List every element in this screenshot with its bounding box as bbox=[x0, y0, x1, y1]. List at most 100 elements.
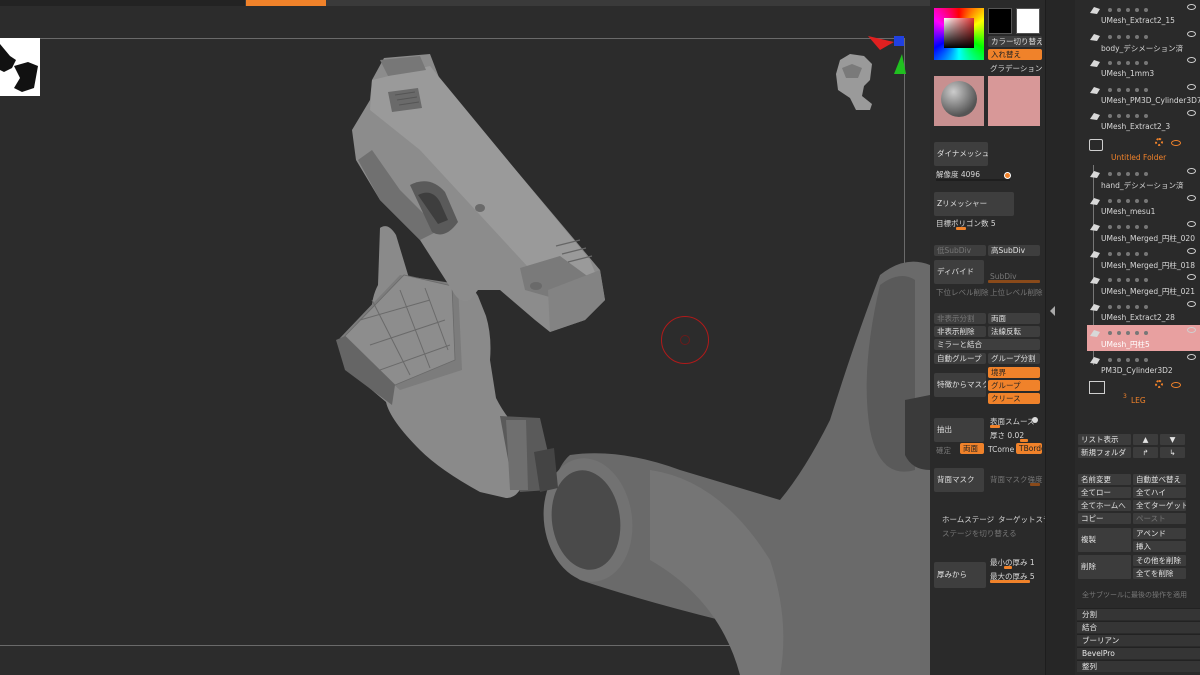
subtool-item[interactable]: UMesh_円柱5 bbox=[1087, 325, 1200, 351]
group-split-button[interactable]: グループ分割 bbox=[988, 353, 1040, 364]
texture-slot[interactable] bbox=[988, 76, 1040, 126]
subtool-controls[interactable] bbox=[1107, 329, 1167, 335]
delete-lower-button[interactable]: 下位レベル削除 bbox=[936, 287, 989, 298]
eye-icon[interactable] bbox=[1187, 83, 1196, 90]
eye-icon[interactable] bbox=[1171, 140, 1181, 146]
hide-split-button[interactable]: 非表示分割 bbox=[934, 313, 986, 324]
extract-button[interactable]: 抽出 bbox=[934, 418, 984, 442]
subtool-item[interactable]: body_デシメーション済 bbox=[1087, 29, 1200, 55]
all-to-home-button[interactable]: 全てホームへ bbox=[1078, 500, 1131, 511]
menu-split[interactable]: 分割 bbox=[1077, 608, 1200, 620]
pen-icon[interactable] bbox=[1089, 139, 1103, 151]
accept-button[interactable]: 確定 bbox=[936, 445, 951, 456]
subtool-controls[interactable] bbox=[1107, 276, 1167, 282]
subtool-item[interactable]: UMesh_1mm3 bbox=[1087, 55, 1200, 81]
secondary-color-swatch[interactable] bbox=[988, 8, 1012, 34]
gear-icon[interactable] bbox=[1155, 380, 1163, 388]
subtool-controls[interactable] bbox=[1107, 112, 1167, 118]
delete-all-button[interactable]: 全てを削除 bbox=[1133, 568, 1186, 579]
folder-name[interactable]: LEG bbox=[1131, 396, 1146, 405]
subtool-item[interactable]: UMesh_Merged_円柱_020 bbox=[1087, 219, 1200, 245]
skull-navigation-icon[interactable] bbox=[832, 34, 912, 114]
all-high-button[interactable]: 全てハイ bbox=[1133, 487, 1186, 498]
duplicate-button[interactable]: 複製 bbox=[1078, 528, 1131, 552]
min-thickness-label[interactable]: 最小の厚み 1 bbox=[990, 557, 1035, 568]
move-down-icon[interactable]: ↳ bbox=[1160, 447, 1185, 458]
subtool-item[interactable]: PM3D_Cylinder3D2 bbox=[1087, 352, 1200, 378]
smooth-toggle[interactable] bbox=[1032, 417, 1038, 423]
eye-icon[interactable] bbox=[1187, 194, 1196, 201]
eye-icon[interactable] bbox=[1187, 327, 1196, 333]
delete-higher-button[interactable]: 上位レベル削除 bbox=[990, 287, 1043, 298]
sculpt-model[interactable] bbox=[0, 0, 930, 675]
tborder-toggle[interactable]: TBorde bbox=[1016, 443, 1042, 454]
menu-align[interactable]: 整列 bbox=[1077, 660, 1200, 672]
target-polygons-slider[interactable] bbox=[956, 227, 966, 230]
eye-icon[interactable] bbox=[1187, 353, 1196, 360]
color-picker-icon[interactable] bbox=[934, 8, 984, 60]
arrow-up-icon[interactable]: ▲ bbox=[1133, 434, 1158, 445]
thickness-label[interactable]: 厚さ 0.02 bbox=[990, 430, 1024, 441]
subtool-controls[interactable] bbox=[1107, 6, 1167, 12]
apply-to-all-button[interactable]: 全サブツールに最後の操作を適用 bbox=[1082, 590, 1187, 600]
append-button[interactable]: アペンド bbox=[1133, 528, 1186, 539]
subtool-item[interactable]: UMesh_mesu1 bbox=[1087, 193, 1200, 219]
eye-icon[interactable] bbox=[1187, 300, 1196, 307]
auto-reorder-button[interactable]: 自動並べ替え bbox=[1133, 474, 1186, 485]
gear-icon[interactable] bbox=[1155, 138, 1163, 146]
subtool-controls[interactable] bbox=[1107, 170, 1167, 176]
delete-others-button[interactable]: その他を削除 bbox=[1133, 555, 1186, 566]
gradient-label[interactable]: グラデーション bbox=[990, 63, 1042, 74]
subtool-controls[interactable] bbox=[1107, 33, 1167, 39]
resolution-slider-handle[interactable] bbox=[1004, 172, 1011, 179]
subtool-item[interactable]: UMesh_Extract2_28 bbox=[1087, 299, 1200, 325]
subtool-controls[interactable] bbox=[1107, 197, 1167, 203]
mirror-merge-button[interactable]: ミラーと結合 bbox=[934, 339, 1040, 350]
arrow-down-icon[interactable]: ▼ bbox=[1160, 434, 1185, 445]
subtool-controls[interactable] bbox=[1107, 356, 1167, 362]
canvas-viewport[interactable] bbox=[0, 0, 930, 675]
max-thickness-slider[interactable] bbox=[990, 580, 1030, 583]
rename-button[interactable]: 名前変更 bbox=[1078, 474, 1131, 485]
tcorner-toggle[interactable]: TCorne bbox=[988, 445, 1014, 454]
subtool-item[interactable]: UMesh_PM3D_Cylinder3D7 bbox=[1087, 82, 1200, 108]
paste-button[interactable]: ペースト bbox=[1133, 513, 1186, 524]
move-up-icon[interactable]: ↱ bbox=[1133, 447, 1158, 458]
eye-icon[interactable] bbox=[1187, 110, 1196, 116]
min-thickness-slider[interactable] bbox=[1004, 566, 1012, 569]
eye-icon[interactable] bbox=[1187, 57, 1196, 63]
eye-icon[interactable] bbox=[1187, 4, 1196, 10]
menu-merge[interactable]: 結合 bbox=[1077, 621, 1200, 633]
insert-button[interactable]: 挿入 bbox=[1133, 541, 1186, 552]
extract-double-toggle[interactable]: 両面 bbox=[960, 443, 984, 454]
home-stage-button[interactable]: ホームステージ bbox=[942, 514, 994, 525]
all-to-target-button[interactable]: 全てターゲット bbox=[1133, 500, 1186, 511]
subtool-controls[interactable] bbox=[1107, 250, 1167, 256]
mask-crease-toggle[interactable]: クリース bbox=[988, 393, 1040, 404]
delete-button[interactable]: 削除 bbox=[1078, 555, 1131, 579]
eye-icon[interactable] bbox=[1187, 247, 1196, 254]
subtool-item[interactable]: UMesh_Merged_円柱_021 bbox=[1087, 272, 1200, 298]
subtool-controls[interactable] bbox=[1107, 59, 1167, 65]
surface-smooth-slider[interactable] bbox=[990, 425, 1000, 428]
backface-strength-slider[interactable] bbox=[1030, 483, 1040, 486]
color-swap-button[interactable]: カラー切り替え bbox=[988, 36, 1042, 47]
folder-icon[interactable] bbox=[1089, 381, 1105, 394]
mask-groups-toggle[interactable]: グループ bbox=[988, 380, 1040, 391]
subtool-item[interactable]: UMesh_Merged_円柱_018 bbox=[1087, 246, 1200, 272]
flip-normals-button[interactable]: 法線反転 bbox=[988, 326, 1040, 337]
eye-icon[interactable] bbox=[1171, 382, 1181, 388]
main-color-swatch[interactable] bbox=[1016, 8, 1040, 34]
subtool-item[interactable]: hand_デシメーション済 bbox=[1087, 166, 1200, 192]
new-folder-button[interactable]: 新規フォルダ bbox=[1078, 447, 1131, 458]
lower-subdiv-button[interactable]: 低SubDiv bbox=[934, 245, 986, 256]
resolution-slider[interactable] bbox=[936, 179, 1010, 181]
divide-button[interactable]: ディバイド bbox=[934, 260, 984, 284]
subdiv-slider[interactable] bbox=[988, 280, 1040, 283]
auto-groups-button[interactable]: 自動グループ bbox=[934, 353, 986, 364]
subtool-controls[interactable] bbox=[1107, 303, 1167, 309]
mask-by-features-button[interactable]: 特徴からマスク bbox=[934, 373, 986, 397]
menu-boolean[interactable]: ブーリアン bbox=[1077, 634, 1200, 646]
eye-icon[interactable] bbox=[1187, 168, 1196, 174]
from-thickness-button[interactable]: 厚みから bbox=[934, 562, 986, 588]
